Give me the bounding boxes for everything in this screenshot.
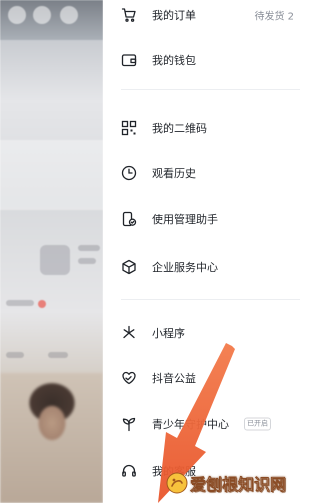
- menu-item-label: 抖音公益: [152, 372, 196, 385]
- background-photo: [0, 373, 103, 503]
- cube-icon: [121, 259, 137, 275]
- background-menu-icon: [60, 6, 78, 24]
- background-app: [0, 0, 103, 503]
- background-text: [6, 352, 24, 358]
- menu-item-orders[interactable]: 我的订单 待发货 2: [103, 0, 300, 35]
- watermark: 爱刨根知识网: [166, 468, 296, 498]
- qrcode-icon: [121, 120, 137, 136]
- background-search-icon: [33, 6, 51, 24]
- background-text: [78, 258, 96, 264]
- menu-item-charity[interactable]: 抖音公益: [103, 358, 300, 398]
- divider: [121, 89, 300, 90]
- asterisk-icon: [121, 325, 137, 341]
- menu-item-label: 小程序: [152, 327, 185, 340]
- background-thumbnail: [40, 245, 70, 275]
- menu-item-label: 我的订单: [152, 9, 196, 22]
- cart-icon: [121, 7, 137, 23]
- menu-item-enterprise[interactable]: 企业服务中心: [103, 247, 300, 287]
- menu-item-label: 青少年守护中心: [152, 418, 229, 431]
- background-text: [6, 300, 34, 306]
- menu-item-wallet[interactable]: 我的钱包: [103, 40, 300, 80]
- menu-item-label: 我的二维码: [152, 122, 207, 135]
- menu-item-usage-assistant[interactable]: 使用管理助手: [103, 199, 300, 239]
- clock-icon: [121, 165, 137, 181]
- wallet-icon: [121, 52, 137, 68]
- menu-item-mini-program[interactable]: 小程序: [103, 313, 300, 353]
- menu-item-label: 使用管理助手: [152, 213, 218, 226]
- menu-item-youth-center[interactable]: 青少年守护中心 已开启: [103, 404, 300, 444]
- background-button: [8, 6, 26, 24]
- menu-item-history[interactable]: 观看历史: [103, 153, 300, 193]
- background-badge: [38, 300, 46, 308]
- sprout-icon: [121, 416, 137, 432]
- menu-item-qrcode[interactable]: 我的二维码: [103, 108, 300, 148]
- headset-icon: [121, 463, 137, 479]
- menu-item-label: 观看历史: [152, 167, 196, 180]
- order-status-badge: 待发货 2: [254, 11, 294, 23]
- heart-hands-icon: [121, 370, 137, 386]
- watermark-text: 爱刨根知识网: [190, 477, 287, 494]
- watermark-logo-icon: [166, 472, 188, 494]
- menu-item-label: 企业服务中心: [152, 261, 218, 274]
- background-text: [48, 352, 68, 358]
- phone-shield-icon: [121, 211, 137, 227]
- menu-item-label: 我的钱包: [152, 54, 196, 67]
- side-drawer: 我的订单 待发货 2 我的钱包 我的二维码 观看历史 使用管理助手 企业服务中心…: [103, 0, 300, 503]
- background-card: [0, 140, 103, 210]
- status-tag: 已开启: [244, 417, 271, 431]
- divider: [121, 299, 300, 300]
- background-text: [78, 245, 100, 251]
